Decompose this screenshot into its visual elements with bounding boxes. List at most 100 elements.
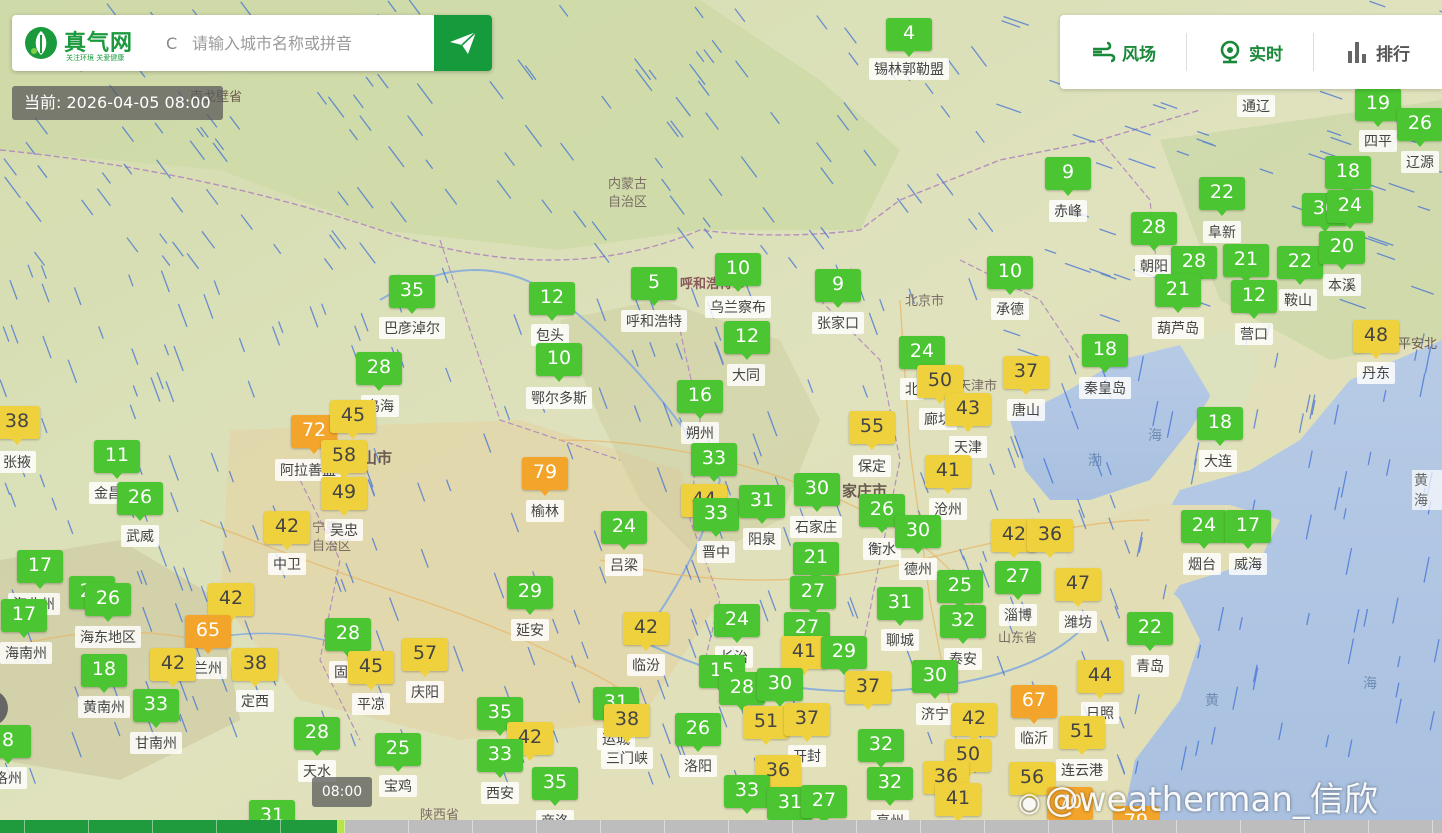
aqi-marker[interactable]: 38 bbox=[232, 648, 278, 687]
city-label[interactable]: 阳泉 bbox=[743, 528, 781, 550]
aqi-marker[interactable]: 18 bbox=[1325, 156, 1371, 195]
aqi-marker[interactable]: 32 bbox=[940, 605, 986, 644]
city-label[interactable]: 庆阳 bbox=[406, 681, 444, 703]
city-label[interactable]: 宝鸡 bbox=[379, 775, 417, 797]
city-label[interactable]: 洛州 bbox=[0, 767, 27, 789]
city-label[interactable]: 本溪 bbox=[1323, 274, 1361, 296]
city-label[interactable]: 鄂尔多斯 bbox=[526, 387, 592, 409]
aqi-marker[interactable]: 35 bbox=[532, 767, 578, 806]
aqi-marker[interactable]: 11 bbox=[94, 440, 140, 479]
aqi-marker[interactable]: 31 bbox=[739, 485, 785, 524]
aqi-marker[interactable]: 22 bbox=[1277, 246, 1323, 285]
aqi-marker[interactable]: 24 bbox=[1327, 190, 1373, 229]
aqi-marker[interactable]: 79 bbox=[522, 457, 568, 496]
aqi-marker[interactable]: 57 bbox=[402, 638, 448, 677]
aqi-marker[interactable]: 29 bbox=[507, 576, 553, 615]
aqi-marker[interactable]: 45 bbox=[330, 400, 376, 439]
playback-timeline[interactable] bbox=[0, 820, 1442, 833]
city-label[interactable]: 武威 bbox=[121, 525, 159, 547]
wind-field-button[interactable]: 风场 bbox=[1060, 33, 1187, 71]
city-label[interactable]: 平凉 bbox=[352, 693, 390, 715]
aqi-marker[interactable]: 41 bbox=[925, 455, 971, 494]
aqi-marker[interactable]: 49 bbox=[321, 477, 367, 516]
aqi-marker[interactable]: 30 bbox=[757, 668, 803, 707]
aqi-marker[interactable]: 24 bbox=[601, 511, 647, 550]
city-label[interactable]: 晋中 bbox=[697, 541, 735, 563]
aqi-marker[interactable]: 67 bbox=[1011, 685, 1057, 724]
city-label[interactable]: 辽源 bbox=[1401, 151, 1439, 173]
city-label[interactable]: 德州 bbox=[899, 558, 937, 580]
aqi-marker[interactable]: 55 bbox=[849, 411, 895, 450]
city-label[interactable]: 三门峡 bbox=[601, 747, 653, 769]
aqi-marker[interactable]: 17 bbox=[17, 550, 63, 589]
aqi-marker[interactable]: 12 bbox=[724, 321, 770, 360]
aqi-marker[interactable]: 47 bbox=[1055, 568, 1101, 607]
aqi-marker[interactable]: 4 bbox=[886, 18, 932, 57]
aqi-marker[interactable]: 28 bbox=[325, 618, 371, 657]
ranking-button[interactable]: 排行 bbox=[1314, 33, 1440, 71]
city-label[interactable]: 西安 bbox=[481, 782, 519, 804]
aqi-marker[interactable]: 25 bbox=[937, 570, 983, 609]
refresh-icon[interactable]: C bbox=[166, 34, 186, 53]
aqi-marker[interactable]: 36 bbox=[1027, 519, 1073, 558]
city-label[interactable]: 聊城 bbox=[881, 629, 919, 651]
aqi-marker[interactable]: 30 bbox=[912, 660, 958, 699]
aqi-marker[interactable]: 22 bbox=[1127, 612, 1173, 651]
aqi-marker[interactable]: 28 bbox=[356, 352, 402, 391]
map-canvas[interactable]: 内蒙古 自治区 北京市 呼和浩特市 天津市 家庄市 山东省 宁夏 自治区 陕西省… bbox=[0, 0, 1442, 833]
city-label[interactable]: 淄博 bbox=[999, 604, 1037, 626]
aqi-marker[interactable]: 16 bbox=[677, 380, 723, 419]
aqi-marker[interactable]: 31 bbox=[877, 587, 923, 626]
aqi-marker[interactable]: 21 bbox=[1155, 274, 1201, 313]
aqi-marker[interactable]: 10 bbox=[536, 343, 582, 382]
city-search-input[interactable] bbox=[190, 32, 424, 54]
aqi-marker[interactable]: 42 bbox=[951, 703, 997, 742]
city-label[interactable]: 榆林 bbox=[526, 500, 564, 522]
aqi-marker[interactable]: 18 bbox=[1197, 407, 1243, 446]
aqi-marker[interactable]: 45 bbox=[348, 651, 394, 690]
city-label[interactable]: 锡林郭勒盟 bbox=[869, 58, 949, 80]
aqi-marker[interactable]: 33 bbox=[724, 775, 770, 814]
site-logo[interactable]: 真气网 关注环境 关爱健康 bbox=[12, 15, 152, 71]
city-label[interactable]: 威海 bbox=[1229, 553, 1267, 575]
city-label[interactable]: 石家庄 bbox=[790, 516, 842, 538]
aqi-marker[interactable]: 25 bbox=[375, 733, 421, 772]
aqi-marker[interactable]: 27 bbox=[801, 785, 847, 824]
aqi-marker[interactable]: 18 bbox=[81, 654, 127, 693]
aqi-marker[interactable]: 5 bbox=[631, 267, 677, 306]
aqi-marker[interactable]: 33 bbox=[477, 739, 523, 778]
aqi-marker[interactable]: 32 bbox=[858, 729, 904, 768]
aqi-marker[interactable]: 30 bbox=[895, 515, 941, 554]
aqi-marker[interactable]: 30 bbox=[794, 473, 840, 512]
city-label[interactable]: 临沂 bbox=[1015, 727, 1053, 749]
city-label[interactable]: 鞍山 bbox=[1279, 289, 1317, 311]
aqi-marker[interactable]: 41 bbox=[935, 783, 981, 822]
city-label[interactable]: 营口 bbox=[1235, 323, 1273, 345]
aqi-marker[interactable]: 12 bbox=[529, 282, 575, 321]
aqi-marker[interactable]: 28 bbox=[294, 717, 340, 756]
aqi-marker[interactable]: 20 bbox=[1319, 231, 1365, 270]
city-label[interactable]: 乌兰察布 bbox=[705, 296, 771, 318]
city-label[interactable]: 大同 bbox=[727, 364, 765, 386]
aqi-marker[interactable]: 58 bbox=[321, 440, 367, 479]
city-label[interactable]: 吕梁 bbox=[605, 554, 643, 576]
city-label[interactable]: 张家口 bbox=[812, 312, 864, 334]
city-label[interactable]: 海东地区 bbox=[75, 626, 141, 648]
aqi-marker[interactable]: 44 bbox=[1077, 660, 1123, 699]
city-label[interactable]: 朔州 bbox=[681, 422, 719, 444]
city-label[interactable]: 潍坊 bbox=[1059, 611, 1097, 633]
aqi-marker[interactable]: 51 bbox=[743, 706, 789, 745]
aqi-marker[interactable]: 33 bbox=[691, 443, 737, 482]
city-label[interactable]: 丹东 bbox=[1357, 362, 1395, 384]
aqi-marker[interactable]: 42 bbox=[150, 648, 196, 687]
aqi-marker[interactable]: 51 bbox=[1059, 716, 1105, 755]
city-label[interactable]: 保定 bbox=[853, 455, 891, 477]
aqi-marker[interactable]: 26 bbox=[1397, 108, 1442, 147]
city-label[interactable]: 甘南州 bbox=[130, 732, 182, 754]
aqi-marker[interactable]: 32 bbox=[867, 767, 913, 806]
aqi-marker[interactable]: 24 bbox=[714, 604, 760, 643]
aqi-marker[interactable]: 9 bbox=[1045, 157, 1091, 196]
city-label[interactable]: 黄南州 bbox=[78, 696, 130, 718]
city-label[interactable]: 阜新 bbox=[1203, 221, 1241, 243]
city-label[interactable]: 巴彦淖尔 bbox=[379, 317, 445, 339]
